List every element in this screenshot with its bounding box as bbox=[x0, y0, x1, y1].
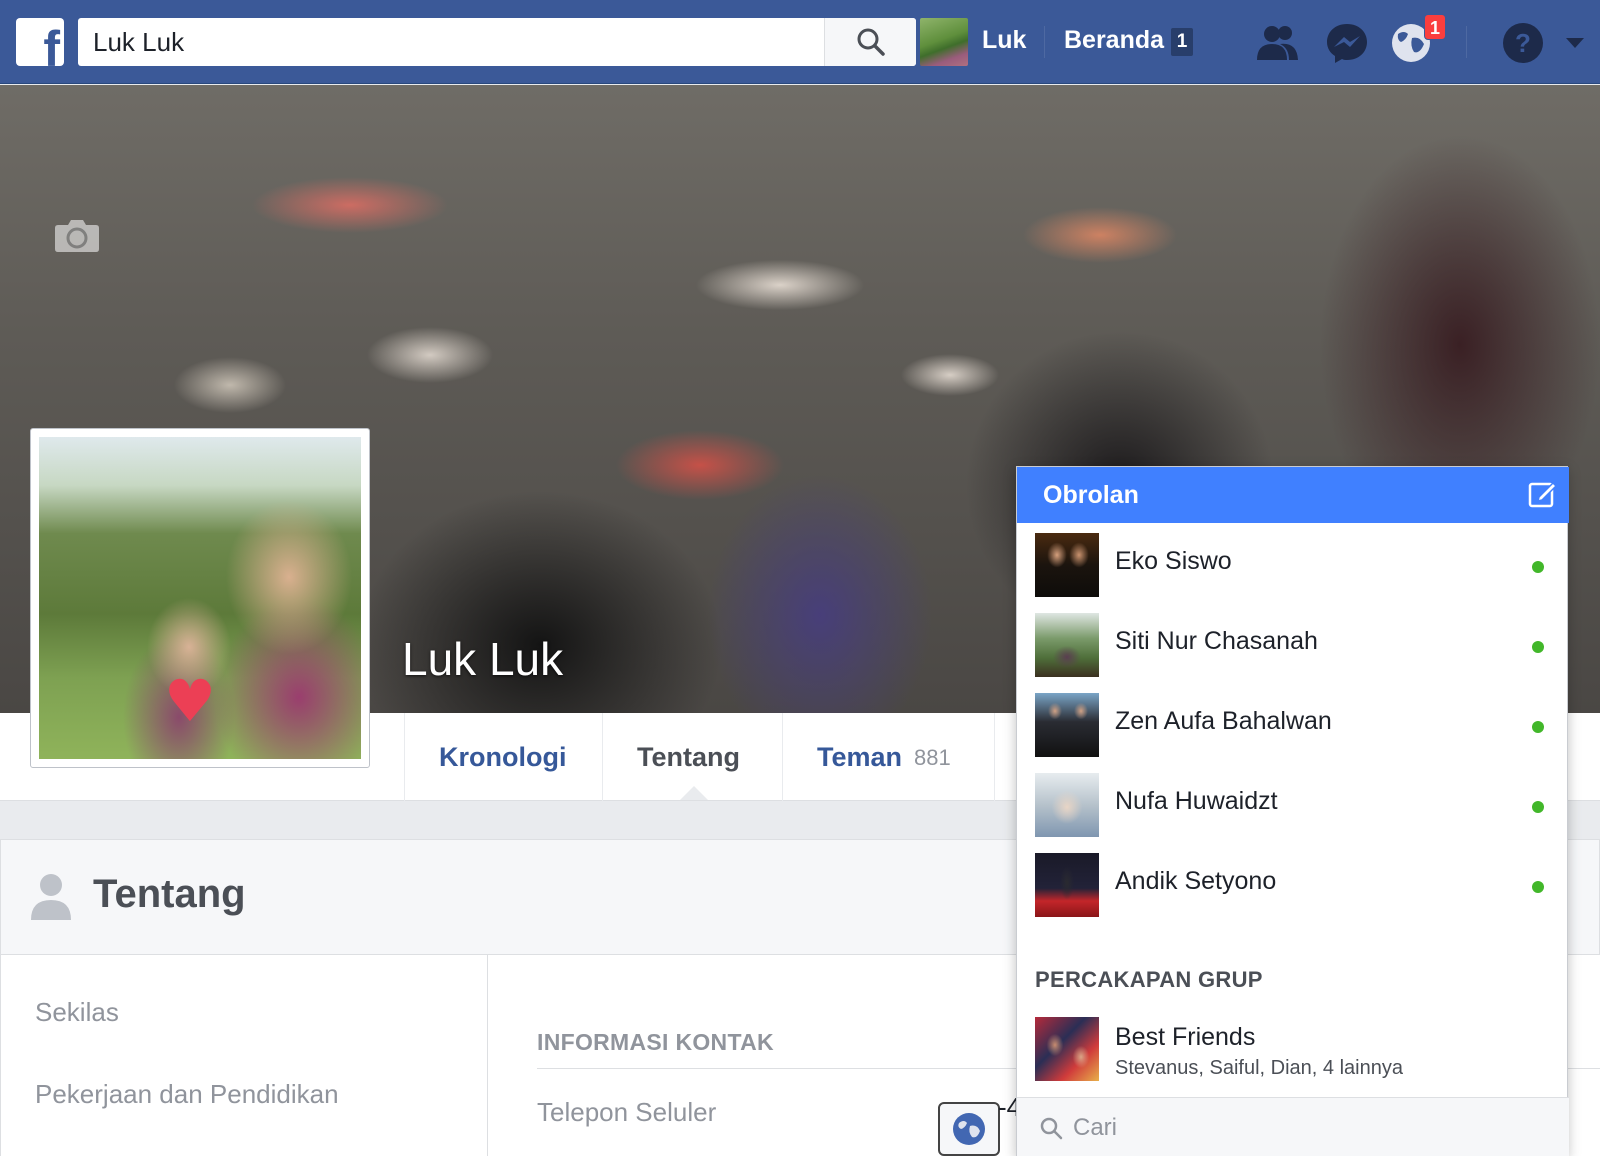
tab-label: Kronologi bbox=[439, 741, 567, 772]
chat-search-input[interactable] bbox=[1073, 1110, 1543, 1146]
notification-count-badge: 1 bbox=[1424, 14, 1447, 40]
home-count-badge: 1 bbox=[1171, 28, 1193, 56]
chat-dropdown: Obrolan Eko Siswo Siti Nur Chasanah Zen … bbox=[1016, 466, 1569, 1156]
globe-icon bbox=[953, 1113, 985, 1145]
online-status-dot bbox=[1532, 801, 1544, 813]
contact-avatar bbox=[1035, 613, 1099, 677]
facebook-logo-letter: f bbox=[43, 21, 60, 66]
contact-name: Eko Siswo bbox=[1115, 547, 1232, 575]
active-tab-indicator bbox=[680, 786, 708, 800]
chat-header[interactable]: Obrolan bbox=[1017, 467, 1569, 523]
chat-title: Obrolan bbox=[1043, 481, 1139, 509]
contact-name: Zen Aufa Bahalwan bbox=[1115, 707, 1332, 735]
contact-name: Nufa Huwaidzt bbox=[1115, 787, 1278, 815]
top-navigation-bar: f Luk Beranda 1 1 ? bbox=[0, 0, 1600, 84]
sidebar-item-sekilas[interactable]: Sekilas bbox=[35, 997, 119, 1028]
chat-contact-list: Eko Siswo Siti Nur Chasanah Zen Aufa Bah… bbox=[1017, 523, 1569, 1097]
group-avatar bbox=[1035, 1017, 1099, 1081]
group-name: Best Friends bbox=[1115, 1023, 1256, 1051]
contact-avatar bbox=[1035, 693, 1099, 757]
contact-name: Andik Setyono bbox=[1115, 867, 1277, 895]
nav-avatar[interactable] bbox=[920, 18, 968, 66]
contact-avatar bbox=[1035, 773, 1099, 837]
search-icon bbox=[1040, 1117, 1063, 1140]
nav-divider bbox=[1044, 26, 1045, 58]
group-conversations-heading: PERCAKAPAN GRUP bbox=[1035, 967, 1263, 992]
compose-icon[interactable] bbox=[1527, 479, 1557, 509]
help-icon[interactable]: ? bbox=[1500, 20, 1546, 66]
svg-text:?: ? bbox=[1515, 28, 1531, 58]
about-title: Tentang bbox=[93, 872, 246, 916]
nav-home-link[interactable]: Beranda bbox=[1064, 26, 1164, 55]
profile-picture[interactable]: ♥ bbox=[30, 428, 370, 768]
chat-contact[interactable]: Siti Nur Chasanah bbox=[1017, 603, 1569, 683]
chat-contact[interactable]: Eko Siswo bbox=[1017, 523, 1569, 603]
heart-icon: ♥ bbox=[164, 667, 216, 735]
online-status-dot bbox=[1532, 561, 1544, 573]
profile-name: Luk Luk bbox=[402, 633, 564, 685]
chat-contact[interactable]: Andik Setyono bbox=[1017, 843, 1569, 923]
contact-avatar bbox=[1035, 853, 1099, 917]
about-sidebar: Sekilas Pekerjaan dan Pendidikan bbox=[1, 955, 488, 1156]
nav-profile-link[interactable]: Luk bbox=[982, 26, 1026, 55]
profile-photo: ♥ bbox=[39, 437, 361, 759]
contact-name: Siti Nur Chasanah bbox=[1115, 627, 1318, 655]
search-button[interactable] bbox=[824, 18, 916, 66]
person-icon bbox=[31, 874, 71, 920]
friend-count: 881 bbox=[914, 745, 951, 770]
search-icon bbox=[857, 28, 885, 56]
tab-teman[interactable]: Teman 881 bbox=[782, 713, 994, 801]
friend-requests-icon[interactable] bbox=[1254, 20, 1300, 66]
online-status-dot bbox=[1532, 881, 1544, 893]
mobile-phone-label: Telepon Seluler bbox=[537, 1097, 717, 1127]
dropdown-arrow-icon[interactable] bbox=[1564, 36, 1586, 50]
tab-label: Teman bbox=[817, 741, 903, 772]
sidebar-item-pekerjaan-pendidikan[interactable]: Pekerjaan dan Pendidikan bbox=[35, 1079, 339, 1110]
group-members: Stevanus, Saiful, Dian, 4 lainnya bbox=[1115, 1057, 1403, 1079]
facebook-logo[interactable]: f bbox=[16, 18, 64, 66]
chat-contact[interactable]: Nufa Huwaidzt bbox=[1017, 763, 1569, 843]
search-input[interactable] bbox=[78, 18, 824, 66]
nav-divider bbox=[1466, 26, 1467, 58]
chat-contact[interactable]: Zen Aufa Bahalwan bbox=[1017, 683, 1569, 763]
privacy-selector-button[interactable] bbox=[938, 1102, 1000, 1156]
tab-kronologi[interactable]: Kronologi bbox=[404, 713, 602, 801]
contact-avatar bbox=[1035, 533, 1099, 597]
camera-icon[interactable] bbox=[54, 217, 100, 253]
group-conversation[interactable]: Best Friends Stevanus, Saiful, Dian, 4 l… bbox=[1017, 1005, 1569, 1097]
search-box bbox=[78, 18, 916, 66]
online-status-dot bbox=[1532, 641, 1544, 653]
contact-info-heading: INFORMASI KONTAK bbox=[537, 1029, 774, 1055]
chat-search-bar bbox=[1017, 1097, 1569, 1156]
online-status-dot bbox=[1532, 721, 1544, 733]
messenger-icon[interactable] bbox=[1324, 20, 1370, 66]
tab-label: Tentang bbox=[637, 741, 740, 772]
